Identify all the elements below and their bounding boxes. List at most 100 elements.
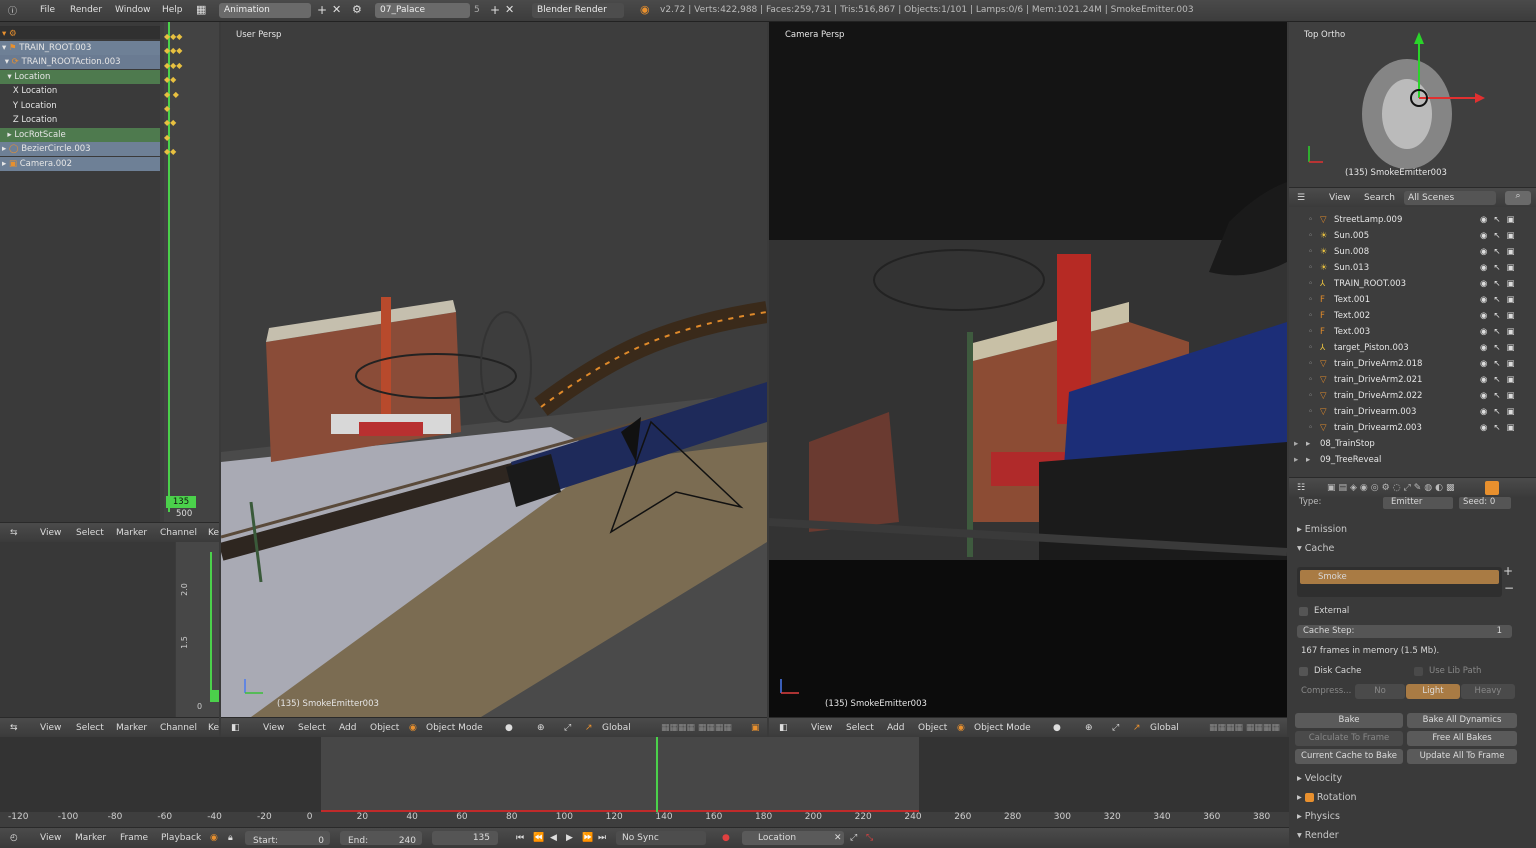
viewport-user-persp[interactable]: User Persp (135) SmokeEmitter003 (221, 22, 767, 717)
channel-camera[interactable]: ▸ ▣ Camera.002 (0, 157, 160, 171)
particles-tab-icon[interactable] (1485, 481, 1499, 495)
menu-view[interactable]: View (40, 723, 61, 733)
visibility-toggle-icons[interactable]: ◉↖▣ (1480, 324, 1521, 340)
sync-mode-selector[interactable]: No Sync (616, 831, 706, 845)
outliner-item[interactable]: ◦ F Text.003 ◉↖▣ (1294, 324, 1520, 340)
menu-render[interactable]: Render (70, 5, 102, 15)
cache-list-item[interactable]: Smoke (1300, 570, 1499, 584)
add-cache-icon[interactable]: + (1503, 564, 1513, 578)
manipulator-icon[interactable]: ⤢ (1112, 723, 1119, 733)
add-scene-icon[interactable]: + (490, 3, 500, 17)
insert-keyframe-icon[interactable]: ⤢ (850, 833, 857, 843)
close-layout-icon[interactable]: ✕ (332, 3, 341, 16)
channel-action[interactable]: ▾ ⟳ TRAIN_ROOTAction.003 (0, 55, 160, 69)
visibility-toggle-icons[interactable]: ◉↖▣ (1480, 292, 1521, 308)
remove-cache-icon[interactable]: − (1504, 581, 1514, 595)
delete-keyframe-icon[interactable]: ⤡ (866, 833, 873, 843)
layer-buttons[interactable]: ▦▦▦▦ ▦▦▦▦ (661, 723, 732, 733)
compress-no-button[interactable]: No (1355, 684, 1405, 699)
menu-select[interactable]: Select (76, 723, 104, 733)
menu-marker[interactable]: Marker (116, 723, 147, 733)
menu-view[interactable]: View (1329, 193, 1350, 203)
layout-grid-icon[interactable]: ▦ (196, 3, 206, 16)
outliner-item[interactable]: ◦ ▽ train_DriveArm2.018 ◉↖▣ (1294, 356, 1520, 372)
outliner-expand-icon[interactable]: ◦ (1308, 228, 1313, 244)
type-selector[interactable]: Emitter (1383, 497, 1453, 509)
menu-view[interactable]: View (40, 528, 61, 538)
preview-range-icon[interactable]: ◉ (210, 833, 218, 843)
outliner-expand-icon[interactable]: ◦ (1308, 340, 1313, 356)
layer-buttons[interactable]: ▦▦▦▦ ▦▦▦▦ (1209, 723, 1280, 733)
graph-editor[interactable]: 2.0 1.5 0 (0, 542, 219, 717)
outliner-item[interactable]: ◦ ▽ train_Drivearm2.003 ◉↖▣ (1294, 420, 1520, 436)
outliner-expand-icon[interactable]: ◦ (1308, 420, 1313, 436)
menu-key[interactable]: Ke (208, 528, 219, 538)
channel-group-locrotscale[interactable]: ▸ LocRotScale (0, 128, 160, 142)
channel-x-location[interactable]: X Location (0, 84, 160, 98)
outliner-expand-icon[interactable]: ◦ (1308, 292, 1313, 308)
viewport-camera-persp[interactable]: Camera Persp (135) SmokeEmitter003 (769, 22, 1287, 717)
start-frame-field[interactable]: Start: 0 (245, 831, 330, 846)
rotation-checkbox[interactable] (1304, 793, 1314, 802)
outliner-expand-icon[interactable]: ◦ (1308, 308, 1313, 324)
visibility-toggle-icons[interactable]: ◉↖▣ (1480, 388, 1521, 404)
current-frame-field[interactable]: 135 (432, 831, 498, 845)
lock-icon[interactable]: 🔒︎ (228, 833, 233, 843)
outliner-expand-icon[interactable]: ◦ (1308, 356, 1313, 372)
visibility-toggle-icons[interactable]: ◉↖▣ (1480, 212, 1521, 228)
end-frame-field[interactable]: End: 240 (340, 831, 422, 846)
visibility-toggle-icons[interactable]: ◉↖▣ (1480, 404, 1521, 420)
timeline-editor[interactable] (0, 737, 1289, 827)
layout-selector[interactable]: Animation (219, 3, 311, 18)
menu-channel[interactable]: Channel (160, 723, 197, 733)
channel-y-location[interactable]: Y Location (0, 99, 160, 113)
physics-panel-header[interactable]: ▸ Physics (1297, 811, 1340, 822)
menu-window[interactable]: Window (115, 5, 151, 15)
add-layout-icon[interactable]: + (317, 3, 327, 17)
view3d-editor-icon[interactable]: ◧ (779, 723, 788, 733)
external-checkbox[interactable] (1299, 607, 1308, 616)
visibility-toggle-icons[interactable]: ◉↖▣ (1480, 228, 1521, 244)
outliner-item[interactable]: ◦ ⅄ TRAIN_ROOT.003 ◉↖▣ (1294, 276, 1520, 292)
menu-object[interactable]: Object (918, 723, 947, 733)
menu-channel[interactable]: Channel (160, 528, 197, 538)
search-icon[interactable]: ⌕ (1505, 191, 1531, 205)
channel-z-location[interactable]: Z Location (0, 113, 160, 127)
outliner-editor-icon[interactable]: ☰ (1297, 193, 1305, 203)
bake-all-dynamics-button[interactable]: Bake All Dynamics (1407, 713, 1517, 728)
menu-select[interactable]: Select (846, 723, 874, 733)
pivot-icon[interactable]: ⊕ (537, 723, 545, 733)
outliner-expand-icon[interactable]: ▸ (1294, 452, 1298, 468)
menu-marker[interactable]: Marker (116, 528, 147, 538)
menu-key[interactable]: Ke (208, 723, 219, 733)
timeline-playhead[interactable] (656, 737, 658, 812)
shading-solid-icon[interactable]: ● (1053, 723, 1061, 733)
seed-field[interactable]: Seed: 0 (1459, 497, 1511, 509)
cache-list[interactable]: Smoke (1297, 567, 1502, 597)
orientation-selector[interactable]: Global (602, 723, 631, 733)
outliner-expand-icon[interactable]: ◦ (1308, 260, 1313, 276)
view3d-editor-icon[interactable]: ◧ (231, 723, 240, 733)
jump-end-icon[interactable]: ⏭ (598, 833, 606, 843)
outliner-expand-icon[interactable]: ◦ (1308, 244, 1313, 260)
visibility-toggle-icons[interactable]: ◉↖▣ (1480, 276, 1521, 292)
menu-frame[interactable]: Frame (120, 833, 148, 843)
pivot-icon[interactable]: ⊕ (1085, 723, 1093, 733)
menu-playback[interactable]: Playback (161, 833, 201, 843)
outliner-expand-icon[interactable]: ▸ (1294, 436, 1298, 452)
disk-cache-checkbox[interactable] (1299, 667, 1308, 676)
play-icon[interactable]: ▶ (566, 833, 573, 843)
play-reverse-icon[interactable]: ◀ (550, 833, 557, 843)
menu-help[interactable]: Help (162, 5, 183, 15)
cache-step-field[interactable]: Cache Step: 1 (1297, 625, 1512, 638)
outliner-item[interactable]: ◦ ⅄ target_Piston.003 ◉↖▣ (1294, 340, 1520, 356)
outliner-expand-icon[interactable]: ◦ (1308, 388, 1313, 404)
properties-context-tabs[interactable]: ▣▤◈◉◎⚙◌⤢✎◍◐▩ (1327, 483, 1458, 493)
render-preview-icon[interactable]: ▣ (751, 723, 760, 733)
menu-add[interactable]: Add (887, 723, 904, 733)
visibility-toggle-icons[interactable]: ◉↖▣ (1480, 308, 1521, 324)
orientation-selector[interactable]: Global (1150, 723, 1179, 733)
properties-editor-icon[interactable]: ☷ (1297, 483, 1305, 493)
jump-start-icon[interactable]: ⏮ (516, 833, 524, 843)
outliner-item[interactable]: ◦ ☀ Sun.005 ◉↖▣ (1294, 228, 1520, 244)
